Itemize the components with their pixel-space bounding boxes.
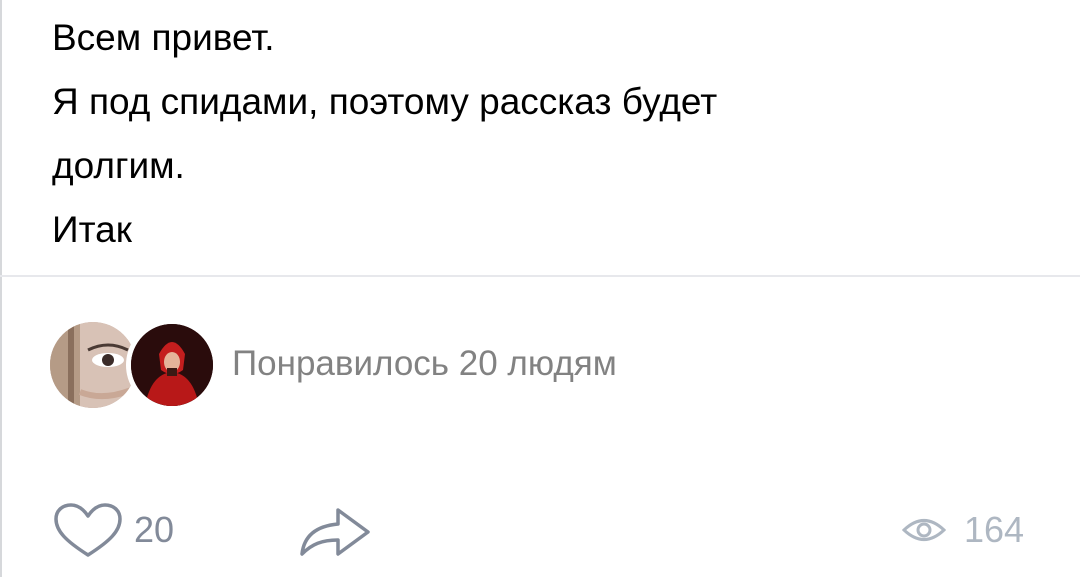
post-actions-bar: 20 164	[0, 495, 1080, 565]
avatar[interactable]	[126, 319, 218, 411]
post-text: Всем привет. Я под спидами, поэтому расс…	[52, 6, 1052, 262]
left-border	[0, 0, 2, 577]
like-count: 20	[134, 509, 175, 550]
post-line: Я под спидами, поэтому рассказ будет	[52, 81, 718, 122]
avatar[interactable]	[50, 322, 136, 408]
divider	[0, 275, 1080, 277]
share-icon	[296, 500, 376, 560]
share-button[interactable]	[296, 495, 376, 565]
views-indicator: 164	[902, 495, 1024, 565]
like-button[interactable]: 20	[52, 495, 174, 565]
post-line: Итак	[52, 209, 132, 250]
views-count: 164	[964, 509, 1025, 550]
post-line: долгим.	[52, 145, 185, 186]
post-line: Всем привет.	[52, 17, 275, 58]
eye-icon	[902, 515, 946, 545]
likes-summary[interactable]: Понравилось 20 людям	[50, 319, 950, 412]
likes-count-text[interactable]: Понравилось 20 людям	[232, 344, 617, 384]
heart-icon	[52, 501, 124, 559]
